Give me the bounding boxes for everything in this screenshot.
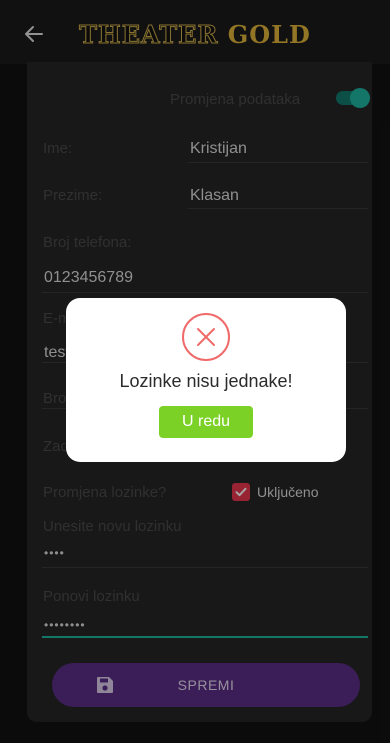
error-x-circle-icon — [182, 313, 230, 361]
error-dialog: Lozinke nisu jednake! U redu — [66, 298, 346, 462]
ok-button[interactable]: U redu — [159, 406, 253, 438]
dialog-message: Lozinke nisu jednake! — [119, 371, 293, 391]
